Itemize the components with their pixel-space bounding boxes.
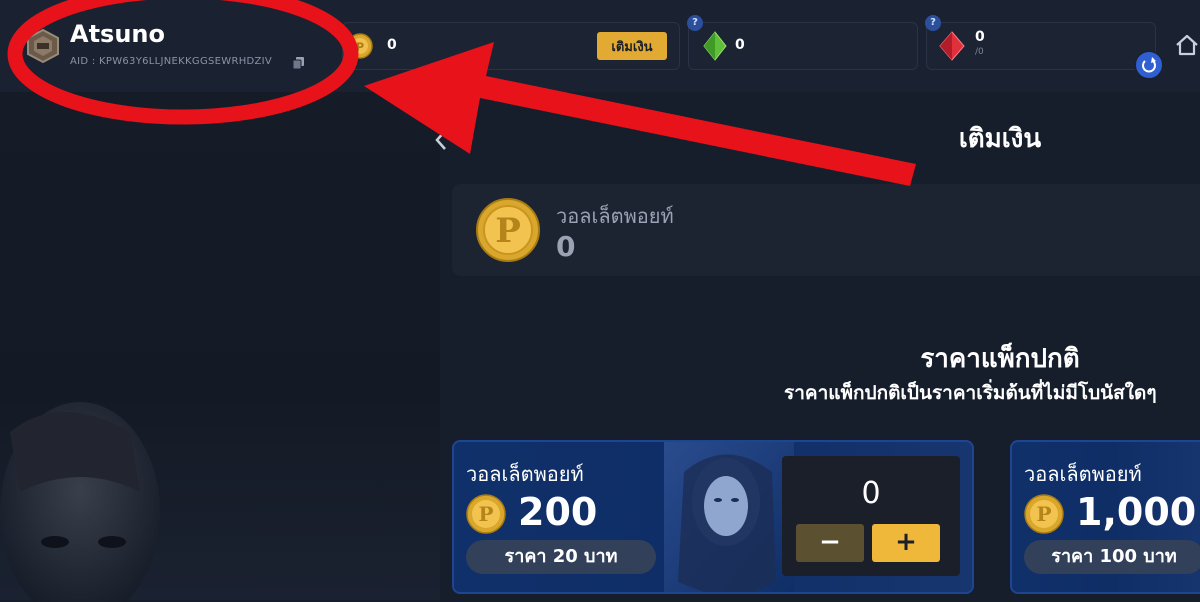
top-bar: Atsuno AID : KPW63Y6LLJNEKKGGSEWRHDZIV P… [0,0,1200,92]
quantity-stepper: 0 − + [782,456,960,576]
gold-coin-icon: P [476,198,540,262]
gold-coin-icon: P [466,494,506,534]
help-icon[interactable]: ? [925,15,941,31]
profile-block: Atsuno AID : KPW63Y6LLJNEKKGGSEWRHDZIV [20,18,340,78]
page-title: เติมเงิน [958,124,1042,154]
back-icon[interactable] [432,128,450,152]
svg-text:P: P [356,41,364,54]
section-subtitle: ราคาแพ็กปกติเป็นราคาเริ่มต้นที่ไม่มีโบนั… [784,382,1157,404]
pack-card: วอลเล็ตพอยท์ P 200 ราคา 20 บาท 0 − + [452,440,974,594]
pack-label: วอลเล็ตพอยท์ [1024,462,1142,486]
points-value: 0 [387,37,397,53]
username: Atsuno [70,20,165,48]
green-gem-balance: ? 0 [687,15,918,70]
pack-price: ราคา 100 บาท [1024,540,1200,574]
red-gem-value: 0 [975,29,985,45]
left-panel [0,92,440,602]
section-title: ราคาแพ็กปกติ [920,344,1080,374]
svg-text:P: P [1036,502,1051,526]
svg-text:P: P [495,211,521,251]
topup-button[interactable]: เติมเงิน [597,32,667,60]
account-id: AID : KPW63Y6LLJNEKKGGSEWRHDZIV [70,56,273,67]
pack-card: วอลเล็ตพอยท์ P 1,000 ราคา 100 บาท [1010,440,1200,594]
red-gem-icon [939,31,965,61]
green-gem-icon [703,31,727,61]
character-artwork [664,442,794,592]
green-gem-value: 0 [735,37,745,53]
copy-icon[interactable] [292,56,306,70]
refresh-icon[interactable] [1134,50,1164,80]
pack-price: ราคา 20 บาท [466,540,656,574]
points-balance: P 0 เติมเงิน [342,22,680,70]
pack-amount: 200 [518,490,598,534]
wallet-card: P วอลเล็ตพอยท์ 0 [452,184,1200,276]
quantity-value: 0 [861,476,881,511]
pack-amount: 1,000 [1076,490,1197,534]
red-gem-sub: /0 [975,47,984,57]
svg-text:P: P [478,502,493,526]
decrease-button[interactable]: − [796,524,864,562]
increase-button[interactable]: + [872,524,940,562]
pack-label: วอลเล็ตพอยท์ [466,462,584,486]
red-gem-balance: ? 0 /0 [925,15,1156,70]
rank-badge-icon [27,28,59,64]
gold-coin-icon: P [1024,494,1064,534]
wallet-label: วอลเล็ตพอยท์ [556,204,674,228]
gold-coin-icon: P [347,33,373,59]
home-icon[interactable] [1174,32,1200,58]
wallet-value: 0 [556,230,576,263]
help-icon[interactable]: ? [687,15,703,31]
character-artwork [0,402,160,602]
